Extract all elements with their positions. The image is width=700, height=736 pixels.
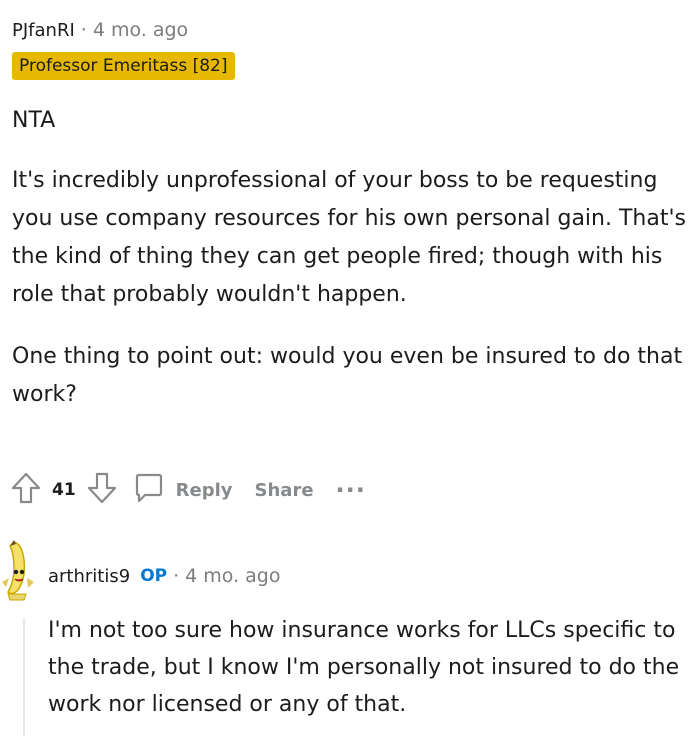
- reply-meta: arthritis9 OP · 4 mo. ago: [48, 565, 281, 587]
- reply-body: I'm not too sure how insurance works for…: [48, 618, 680, 717]
- vote-controls: 41: [10, 471, 118, 510]
- share-button[interactable]: Share: [255, 480, 314, 501]
- share-label: Share: [254, 479, 314, 501]
- reply-label: Reply: [175, 479, 233, 501]
- speech-bubble-icon: [132, 471, 166, 510]
- meta-separator: ·: [80, 19, 87, 41]
- reply-time[interactable]: 4 mo. ago: [185, 565, 280, 587]
- arrow-down-icon[interactable]: [86, 471, 118, 510]
- reply-username[interactable]: arthritis9: [48, 566, 130, 587]
- comment-meta: PJfanRI · 4 mo. ago: [12, 14, 688, 46]
- op-badge: OP: [140, 566, 168, 586]
- comment-paragraph: One thing to point out: would you even b…: [12, 344, 683, 407]
- user-flair: Professor Emeritass [82]: [12, 52, 235, 80]
- vote-count: 41: [52, 480, 76, 500]
- banana-avatar-icon[interactable]: [0, 538, 38, 602]
- comment-paragraph: It's incredibly unprofessional of your b…: [12, 168, 686, 307]
- comment-action-bar: 41 Reply Share ···: [10, 470, 366, 510]
- comment-time[interactable]: 4 mo. ago: [93, 19, 188, 41]
- comment-username[interactable]: PJfanRI: [12, 20, 75, 41]
- comment-reply: arthritis9 OP · 4 mo. ago I'm not too su…: [0, 538, 700, 736]
- comment-parent: PJfanRI · 4 mo. ago Professor Emeritass …: [12, 14, 688, 438]
- arrow-up-icon[interactable]: [10, 471, 42, 510]
- thread-line[interactable]: [23, 618, 25, 736]
- comment-body: NTA It's incredibly unprofessional of yo…: [12, 102, 688, 414]
- comment-paragraph: NTA: [12, 108, 56, 133]
- reply-button[interactable]: Reply: [132, 471, 233, 510]
- ellipsis-icon[interactable]: ···: [336, 478, 366, 502]
- meta-separator: ·: [173, 565, 180, 587]
